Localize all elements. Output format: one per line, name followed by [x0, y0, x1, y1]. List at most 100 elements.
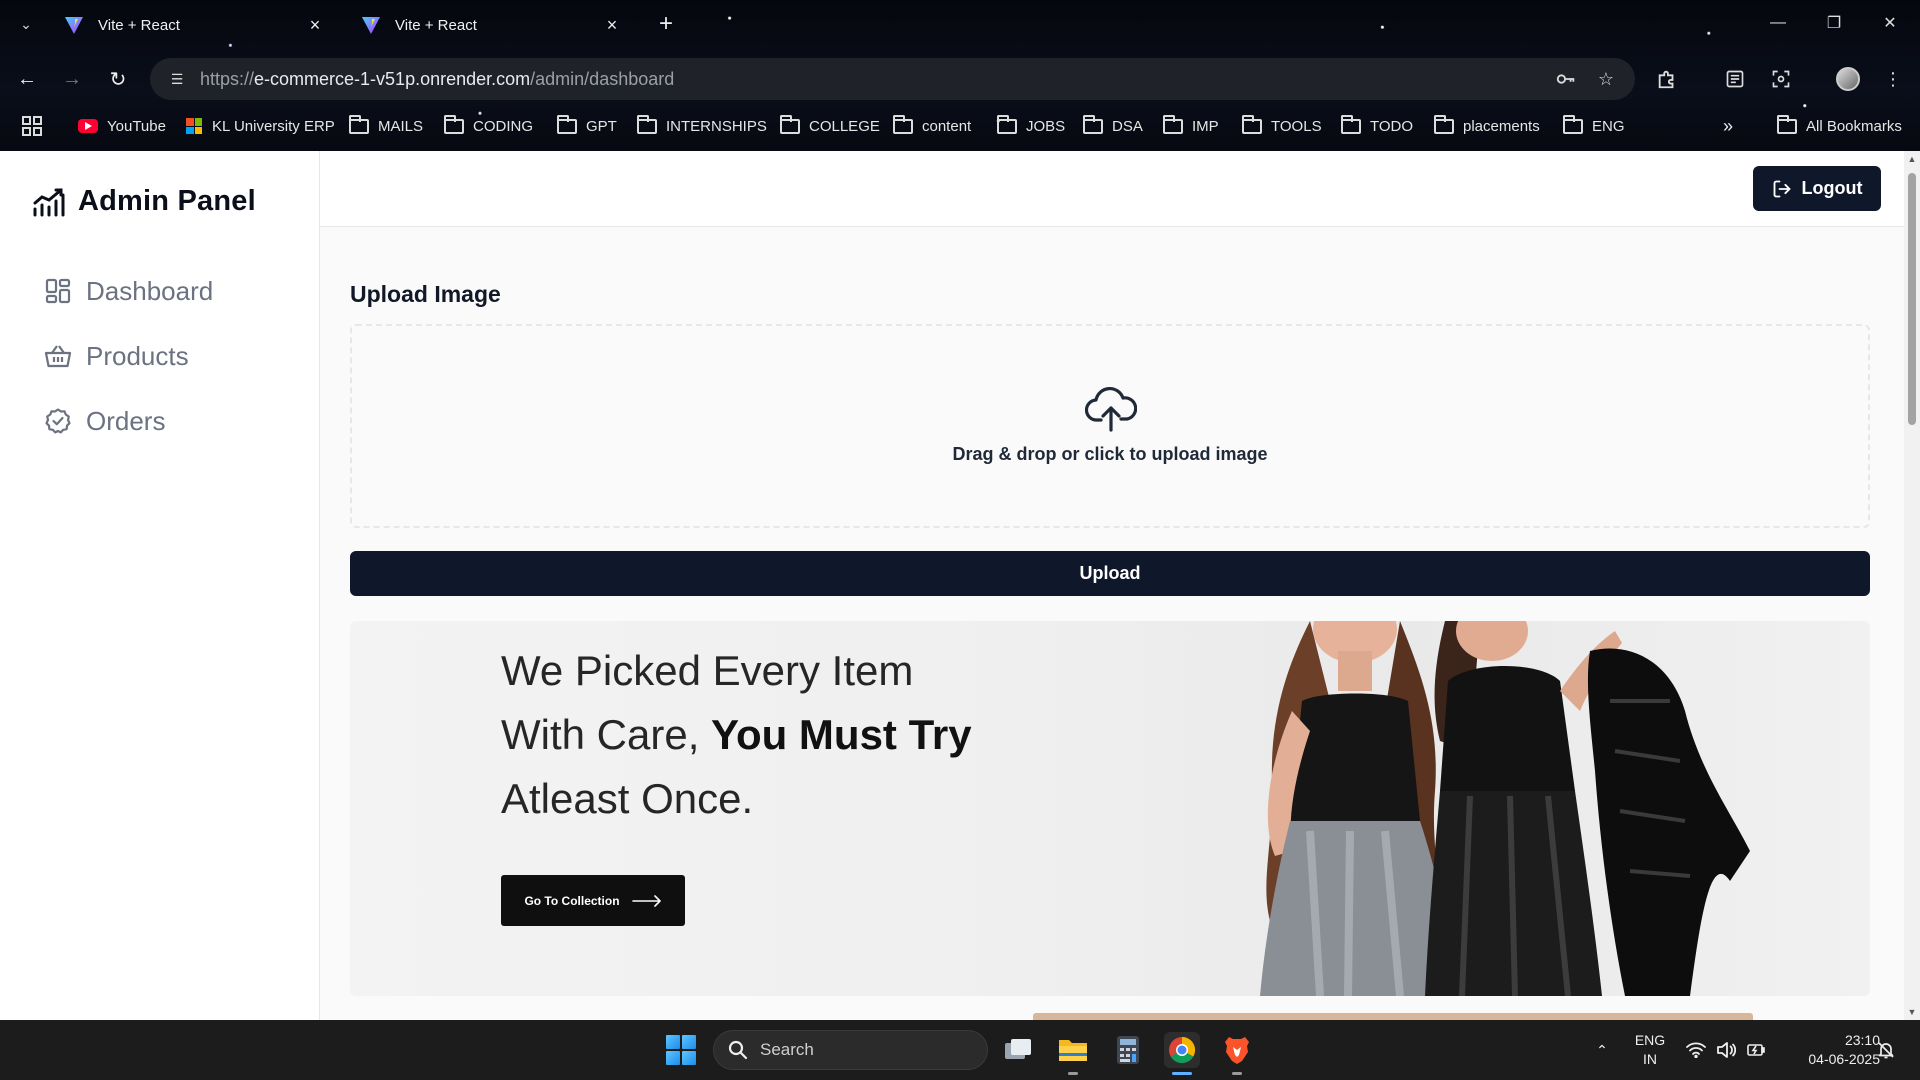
bookmark-folder-todo[interactable]: TODO [1341, 114, 1413, 138]
system-clock[interactable]: 23:10 04-06-2025 [1780, 1031, 1880, 1069]
bookmark-folder-placements[interactable]: placements [1434, 114, 1540, 138]
bookmark-folder-content[interactable]: content [893, 114, 971, 138]
bookmark-label: TOOLS [1271, 117, 1322, 135]
folder-icon [1434, 114, 1454, 134]
new-tab-plus-icon[interactable]: + [652, 10, 680, 38]
scroll-up-arrow-icon[interactable]: ▲ [1907, 154, 1917, 164]
bookmark-folder-gpt[interactable]: GPT [557, 114, 617, 138]
chrome-icon[interactable] [1164, 1032, 1200, 1068]
profile-avatar-icon[interactable] [1833, 64, 1863, 94]
browser-tab-active[interactable]: Vite + React × [349, 8, 634, 42]
bookmark-label: TODO [1370, 117, 1414, 135]
file-explorer-icon[interactable] [1055, 1032, 1091, 1068]
hero-line-1: We Picked Every Item [501, 647, 914, 694]
brave-browser-icon[interactable] [1219, 1032, 1255, 1068]
lang-bottom: IN [1643, 1051, 1657, 1067]
url-scheme: https:// [200, 68, 255, 89]
sidebar-item-label: Products [86, 340, 189, 371]
bookmark-folder-imp[interactable]: IMP [1163, 114, 1219, 138]
back-arrow-icon[interactable]: ← [12, 64, 42, 94]
bookmark-folder-dsa[interactable]: DSA [1083, 114, 1143, 138]
active-app-indicator [1172, 1072, 1192, 1075]
reading-list-icon[interactable] [1720, 64, 1750, 94]
bookmark-label: ENG [1592, 117, 1625, 135]
tab-strip: ⌄ Vite + React × Vite + React × + — ❐ ✕ [0, 0, 1920, 50]
minimize-window-icon[interactable]: — [1758, 8, 1798, 38]
forward-arrow-icon[interactable]: → [57, 64, 87, 94]
bookmark-folder-coding[interactable]: CODING [444, 114, 533, 138]
close-tab-icon[interactable]: × [305, 15, 325, 35]
close-window-icon[interactable]: ✕ [1870, 8, 1910, 38]
running-indicator [1068, 1072, 1078, 1075]
close-tab-icon[interactable]: × [602, 15, 622, 35]
url-text[interactable]: https://e-commerce-1-v51p.onrender.com/a… [200, 69, 1541, 90]
bookmark-kl-erp[interactable]: KL University ERP [186, 114, 335, 138]
scrollbar-thumb[interactable] [1908, 173, 1916, 425]
site-info-icon[interactable]: ☰ [164, 66, 190, 92]
url-host: e-commerce-1-v51p.onrender.com [254, 68, 531, 89]
sidebar: Admin Panel Dashboard Products Orders [0, 151, 320, 1020]
kebab-menu-icon[interactable]: ⋮ [1878, 64, 1908, 94]
upload-button[interactable]: Upload [350, 551, 1870, 596]
input-language-indicator[interactable]: ENG IN [1628, 1031, 1672, 1069]
bookmark-youtube[interactable]: YouTube [78, 114, 166, 138]
bookmark-folder-eng[interactable]: ENG [1563, 114, 1625, 138]
tab-title: Vite + React [395, 16, 477, 34]
check-circle-icon [45, 408, 71, 434]
address-bar[interactable]: ☰ https://e-commerce-1-v51p.onrender.com… [150, 58, 1635, 100]
brand[interactable]: Admin Panel [32, 185, 256, 218]
sidebar-item-orders[interactable]: Orders [44, 401, 165, 441]
folder-icon [557, 114, 577, 134]
bookmark-folder-mails[interactable]: MAILS [349, 114, 423, 138]
taskbar-search-box[interactable]: Search [713, 1030, 988, 1070]
all-bookmarks-folder[interactable]: All Bookmarks [1777, 114, 1902, 138]
hero-line-3: Atleast Once. [501, 775, 754, 822]
calculator-icon[interactable] [1110, 1032, 1146, 1068]
bookmark-label: content [922, 117, 972, 135]
tab-title: Vite + React [98, 16, 180, 34]
tab-search-chevron-icon[interactable]: ⌄ [14, 12, 38, 36]
browser-tab[interactable]: Vite + React × [52, 8, 337, 42]
battery-charging-icon[interactable] [1744, 1038, 1768, 1062]
password-key-icon[interactable] [1551, 64, 1581, 94]
more-bookmarks-chevron-icon[interactable]: » [1716, 114, 1740, 138]
analytics-chart-icon [33, 188, 65, 216]
go-to-collection-button[interactable]: Go To Collection [501, 875, 685, 926]
sidebar-item-dashboard[interactable]: Dashboard [44, 271, 213, 311]
notification-bell-icon[interactable] [1874, 1038, 1898, 1062]
bookmark-folder-internships[interactable]: INTERNSHIPS [637, 114, 767, 138]
image-dropzone[interactable]: Drag & drop or click to upload image [350, 324, 1870, 528]
show-hidden-icons-chevron-icon[interactable]: ⌃ [1590, 1038, 1614, 1062]
bookmark-label: KL University ERP [212, 117, 335, 135]
screenshot-lens-icon[interactable] [1766, 64, 1796, 94]
apps-grid-icon[interactable] [20, 114, 44, 138]
logout-button[interactable]: Logout [1753, 166, 1881, 211]
folder-icon [444, 114, 464, 134]
sidebar-item-products[interactable]: Products [44, 336, 189, 376]
scroll-down-arrow-icon[interactable]: ▼ [1907, 1007, 1917, 1017]
extensions-puzzle-icon[interactable] [1652, 64, 1682, 94]
folder-icon [893, 114, 913, 134]
hero-line-2-plain: With Care, [501, 711, 712, 758]
reload-icon[interactable]: ↻ [103, 64, 133, 94]
bookmark-folder-jobs[interactable]: JOBS [997, 114, 1065, 138]
folder-icon [637, 114, 657, 134]
windows-start-icon[interactable] [666, 1035, 696, 1065]
volume-icon[interactable] [1714, 1038, 1738, 1062]
bookmark-label: COLLEGE [809, 117, 880, 135]
task-view-icon[interactable] [1000, 1032, 1036, 1068]
bookmark-star-icon[interactable]: ☆ [1591, 64, 1621, 94]
folder-icon [349, 114, 369, 134]
taskbar-search-placeholder: Search [760, 1040, 814, 1059]
restore-window-icon[interactable]: ❐ [1814, 8, 1854, 38]
folder-icon [1563, 114, 1583, 134]
folder-icon [997, 114, 1017, 134]
bookmark-folder-college[interactable]: COLLEGE [780, 114, 880, 138]
vite-favicon-icon [362, 17, 380, 34]
folder-icon [1083, 114, 1103, 134]
bookmark-folder-tools[interactable]: TOOLS [1242, 114, 1322, 138]
wifi-icon[interactable] [1684, 1038, 1708, 1062]
page-scrollbar[interactable]: ▲ ▼ [1904, 151, 1920, 1020]
hero-headline: We Picked Every Item With Care, You Must… [501, 639, 972, 831]
bookmark-label: IMP [1192, 117, 1219, 135]
